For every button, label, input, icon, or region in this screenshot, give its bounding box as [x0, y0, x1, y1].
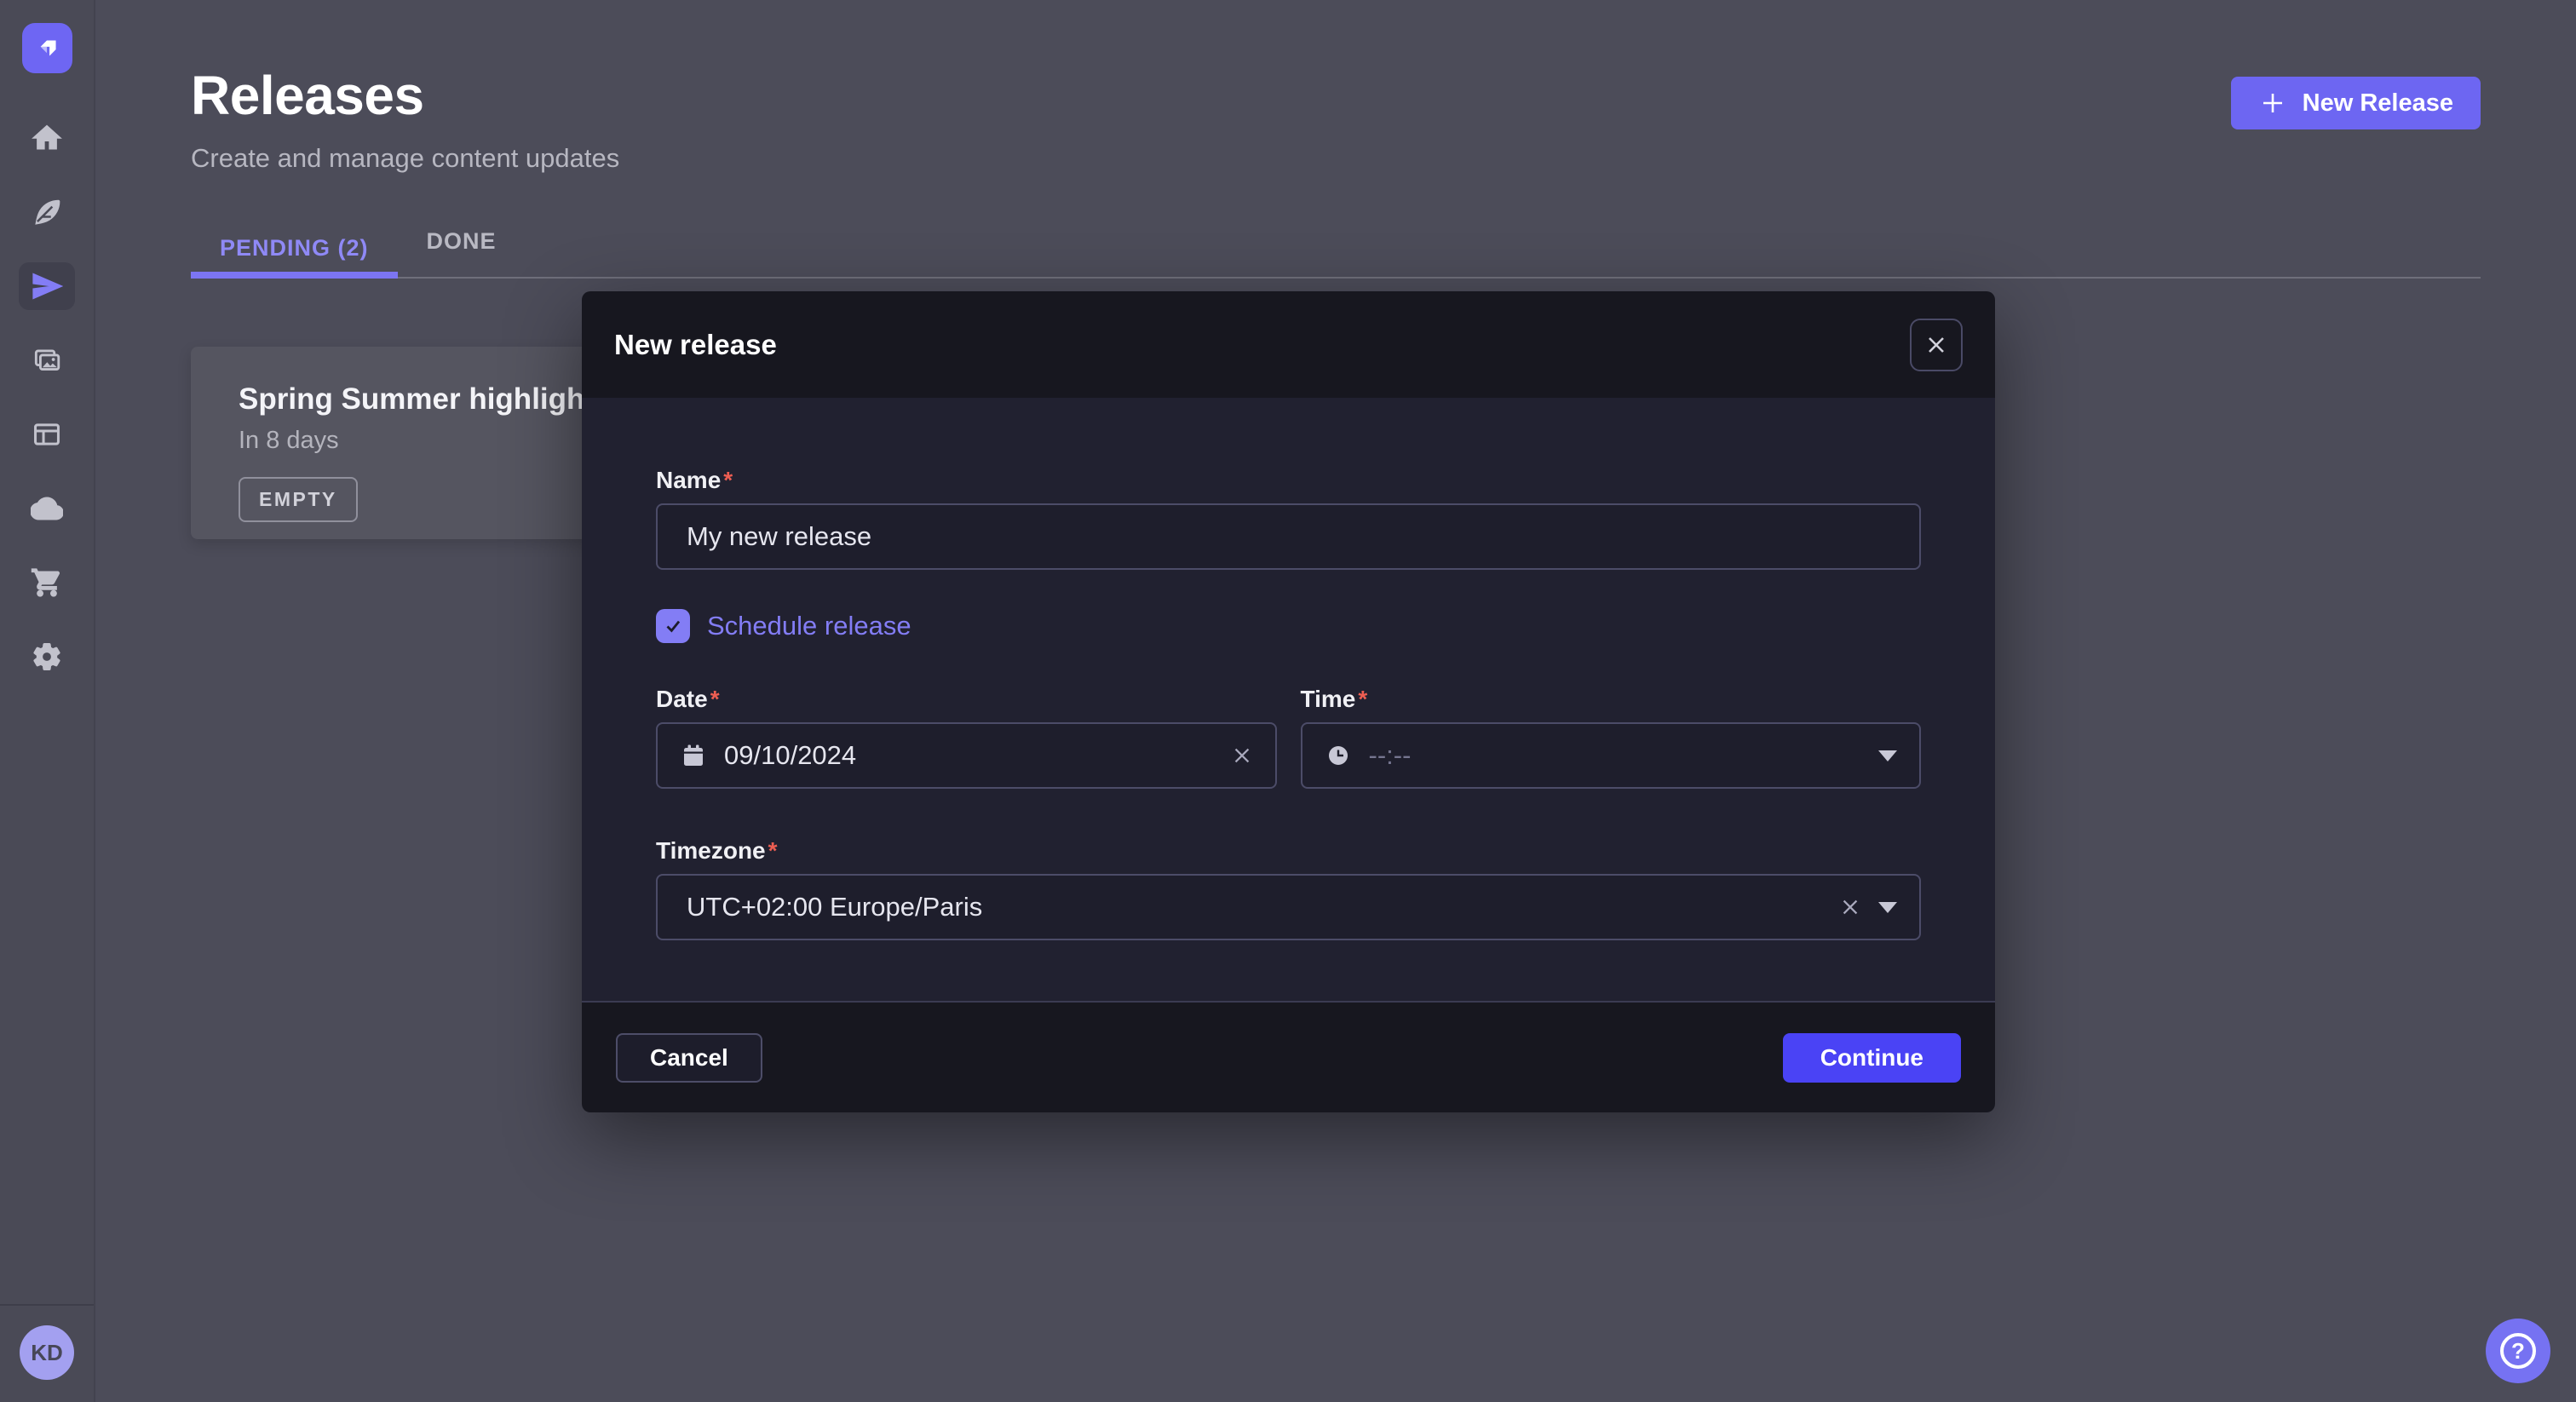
- cancel-button[interactable]: Cancel: [616, 1033, 762, 1083]
- required-asterisk: *: [710, 686, 720, 712]
- timezone-field-group: Timezone* UTC+02:00 Europe/Paris: [656, 836, 1921, 940]
- page-title: Releases: [191, 68, 619, 123]
- date-clear-button[interactable]: [1231, 744, 1253, 767]
- close-icon: [1924, 333, 1948, 357]
- sidebar-item-content[interactable]: [19, 188, 75, 236]
- required-asterisk: *: [723, 467, 733, 493]
- required-asterisk: *: [1358, 686, 1367, 712]
- modal-header: New release: [582, 291, 1995, 398]
- date-field-label: Date*: [656, 685, 1277, 714]
- date-field-group: Date*: [656, 685, 1277, 789]
- new-release-button[interactable]: New Release: [2231, 77, 2481, 129]
- calendar-icon: [680, 742, 707, 769]
- paper-plane-icon: [31, 270, 63, 302]
- sidebar-item-settings[interactable]: [19, 633, 75, 681]
- sidebar-item-releases[interactable]: [19, 262, 75, 310]
- settings-icon: [31, 641, 63, 673]
- time-field-group: Time*: [1301, 685, 1922, 789]
- user-avatar[interactable]: KD: [20, 1325, 74, 1380]
- sidebar-item-marketplace[interactable]: [19, 559, 75, 606]
- schedule-release-checkbox[interactable]: [656, 609, 690, 643]
- clear-icon: [1231, 744, 1253, 767]
- timezone-field-label: Timezone*: [656, 836, 1921, 865]
- continue-button[interactable]: Continue: [1783, 1033, 1961, 1083]
- chevron-down-icon[interactable]: [1878, 750, 1897, 761]
- timezone-clear-button[interactable]: [1839, 896, 1861, 918]
- new-release-button-label: New Release: [2303, 89, 2453, 118]
- schedule-release-label[interactable]: Schedule release: [707, 611, 911, 641]
- cloud-icon: [31, 492, 63, 525]
- check-icon: [662, 615, 684, 637]
- timezone-value: UTC+02:00 Europe/Paris: [680, 892, 1822, 922]
- chevron-down-icon[interactable]: [1878, 902, 1897, 913]
- page-header: Releases Create and manage content updat…: [191, 68, 2481, 174]
- tab-pending[interactable]: PENDING (2): [191, 235, 398, 279]
- modal-title: New release: [614, 329, 777, 361]
- name-field-label: Name*: [656, 466, 1921, 495]
- new-release-modal: New release Name* Schedule release: [582, 291, 1995, 1112]
- sidebar-nav: [19, 114, 75, 707]
- plus-icon: [2258, 89, 2287, 118]
- question-circle-icon: ?: [2500, 1333, 2536, 1369]
- modal-footer: Cancel Continue: [582, 1001, 1995, 1112]
- feather-icon: [31, 196, 63, 228]
- sidebar-item-cloud[interactable]: [19, 485, 75, 532]
- help-button[interactable]: ?: [2486, 1319, 2550, 1383]
- sidebar-divider: [0, 1304, 94, 1306]
- time-picker[interactable]: [1301, 722, 1922, 789]
- page-header-text: Releases Create and manage content updat…: [191, 68, 619, 174]
- sidebar-footer: KD: [0, 1304, 94, 1402]
- clear-icon: [1839, 896, 1861, 918]
- cart-icon: [31, 566, 63, 599]
- required-asterisk: *: [768, 837, 778, 864]
- timezone-combobox[interactable]: UTC+02:00 Europe/Paris: [656, 874, 1921, 940]
- modal-body: Name* Schedule release Date*: [582, 398, 1995, 1001]
- home-icon: [31, 122, 63, 154]
- schedule-release-row: Schedule release: [656, 609, 1921, 643]
- layout-icon: [31, 418, 63, 451]
- clock-icon: [1325, 742, 1352, 769]
- date-input[interactable]: [724, 740, 1214, 771]
- sidebar-item-content-type-builder[interactable]: [19, 411, 75, 458]
- name-field-group: Name*: [656, 466, 1921, 570]
- date-time-row: Date*: [656, 685, 1921, 789]
- sidebar-item-media-library[interactable]: [19, 336, 75, 384]
- tab-done[interactable]: DONE: [398, 228, 526, 279]
- strapi-logo-button[interactable]: [22, 23, 72, 73]
- tab-bar: PENDING (2) DONE: [191, 228, 2481, 279]
- date-picker[interactable]: [656, 722, 1277, 789]
- sidebar: KD: [0, 0, 95, 1402]
- sidebar-item-home[interactable]: [19, 114, 75, 162]
- time-input[interactable]: [1369, 740, 1862, 771]
- release-status-badge: EMPTY: [239, 477, 358, 522]
- modal-close-button[interactable]: [1910, 319, 1963, 371]
- time-field-label: Time*: [1301, 685, 1922, 714]
- page-subtitle: Create and manage content updates: [191, 143, 619, 174]
- media-library-icon: [31, 344, 63, 376]
- strapi-logo-icon: [31, 32, 63, 65]
- app-screen: KD Releases Create and manage content up…: [0, 0, 2576, 1402]
- name-input[interactable]: [656, 503, 1921, 570]
